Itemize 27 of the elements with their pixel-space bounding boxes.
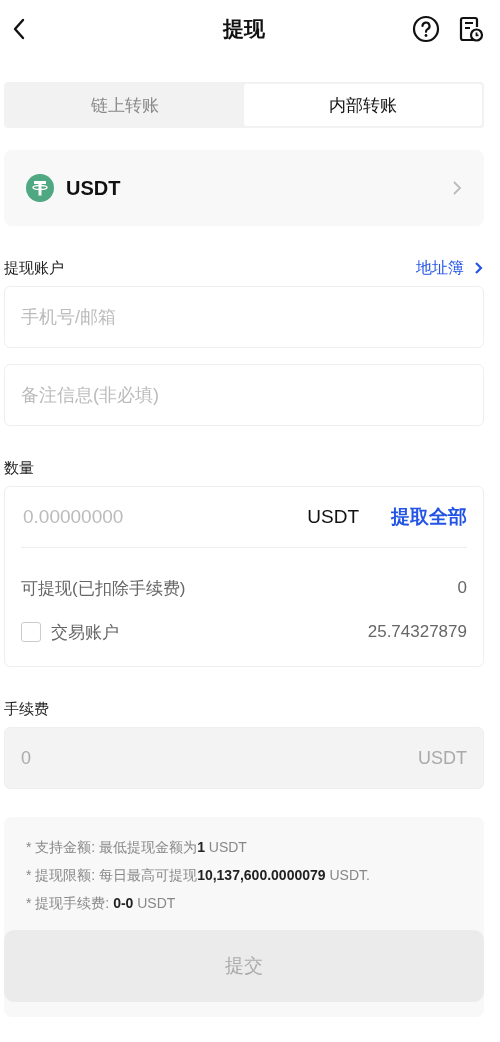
withdraw-all-button[interactable]: 提取全部 [391, 504, 467, 530]
input-field[interactable]: 备注信息(非必填) [4, 364, 484, 426]
help-icon[interactable] [412, 15, 440, 43]
available-label: 可提现(已扣除手续费) [21, 577, 186, 600]
record-icon[interactable] [458, 15, 484, 43]
coin-selector[interactable]: USDT [4, 150, 484, 226]
input-field[interactable]: 手机号/邮箱 [4, 286, 484, 348]
page-title: 提现 [223, 16, 265, 42]
note-text: * 提现限额: 每日最高可提现10,137,600.0000079 USDT. [26, 866, 371, 885]
chevron-icon [474, 261, 484, 275]
coin-icon [26, 174, 54, 202]
section-label: 提现账户 [4, 258, 64, 278]
trading-account-label: 交易账户 [51, 621, 119, 644]
note-text: * 提现手续费: 0-0 USDT [26, 894, 177, 913]
tab[interactable]: 链上转账 [6, 84, 244, 126]
section-label: 数量 [4, 458, 34, 478]
back-icon[interactable] [12, 17, 26, 41]
fee-field: 0 USDT [4, 727, 484, 789]
note-text: * 支持金额: 最低提现金额为1 USDT [26, 838, 248, 857]
section-label: 手续费 [4, 699, 49, 719]
checkbox[interactable] [21, 622, 41, 642]
address-book-link[interactable]: 地址簿 [416, 257, 484, 279]
unit-label: USDT [307, 506, 359, 528]
balance-value: 25.74327879 [367, 622, 467, 642]
available-value: 0 [457, 578, 467, 598]
tab[interactable]: 内部转账 [244, 84, 482, 126]
chevron-icon [452, 180, 462, 196]
